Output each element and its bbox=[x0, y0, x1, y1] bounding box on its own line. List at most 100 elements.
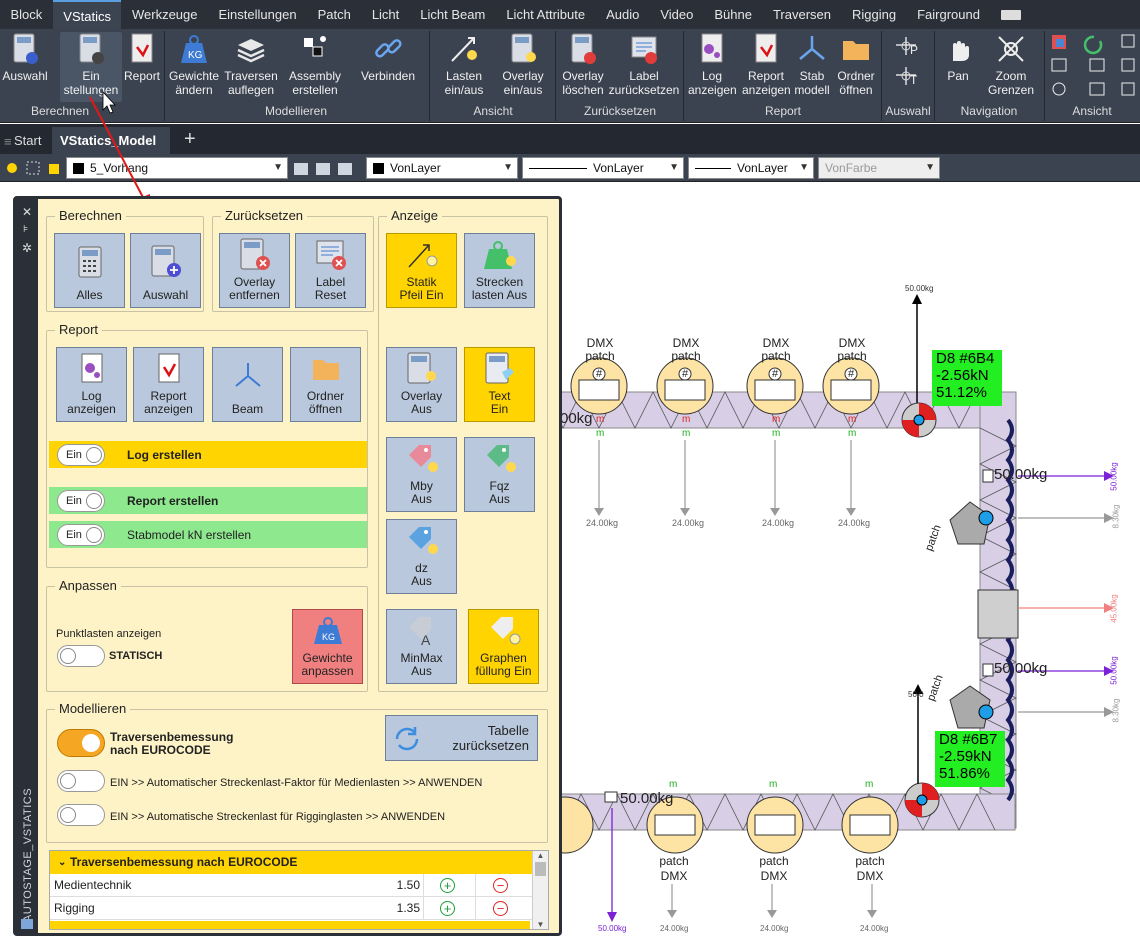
label-zuruecksetzen-button[interactable]: Label zurücksetzen bbox=[608, 32, 680, 97]
dz-aus-button[interactable]: dz Aus bbox=[386, 519, 457, 594]
calculator-delete-icon bbox=[220, 234, 289, 276]
menu-overflow-icon[interactable] bbox=[990, 0, 1031, 29]
settings-panel-icon[interactable]: ✲ bbox=[22, 241, 32, 255]
graphenfuellung-button[interactable]: Graphen füllung Ein bbox=[468, 609, 539, 684]
streckenlast-faktor-toggle[interactable] bbox=[57, 770, 105, 792]
ordner-oeffnen-panel-button[interactable]: Ordner öffnen bbox=[290, 347, 361, 422]
menu-licht-attribute[interactable]: Licht Attribute bbox=[496, 0, 596, 29]
tag-grey-icon: A bbox=[387, 610, 456, 652]
refresh-icon bbox=[395, 727, 419, 751]
minmax-aus-button[interactable]: A MinMax Aus bbox=[386, 609, 457, 684]
fixture-top-2 bbox=[656, 357, 714, 415]
overlay-loeschen-button[interactable]: Overlay löschen bbox=[560, 32, 606, 97]
calculator-bulb-icon bbox=[387, 348, 456, 390]
fixture-top-4 bbox=[822, 357, 880, 415]
table-row: Medientechnik 1.50 + − bbox=[50, 874, 548, 897]
menu-audio[interactable]: Audio bbox=[596, 0, 650, 29]
fixture-bottom-3 bbox=[841, 796, 899, 854]
statik-pfeil-button[interactable]: Statik Pfeil Ein bbox=[386, 233, 457, 308]
menu-buehne[interactable]: Bühne bbox=[704, 0, 763, 29]
rigginglast-toggle[interactable] bbox=[57, 804, 105, 826]
ordner-oeffnen-button[interactable]: Ordner öffnen bbox=[834, 32, 878, 97]
table-row: Rigging 1.35 + − bbox=[50, 897, 548, 920]
menu-rigging[interactable]: Rigging bbox=[842, 0, 907, 29]
auswahl-pt-tools[interactable]: P T bbox=[888, 35, 928, 95]
mby-aus-button[interactable]: Mby Aus bbox=[386, 437, 457, 512]
beam-button[interactable]: Beam bbox=[212, 347, 283, 422]
svg-text:KG: KG bbox=[322, 632, 335, 642]
report-erstellen-toggle[interactable]: Ein bbox=[57, 490, 105, 512]
increase-icon[interactable]: + bbox=[440, 901, 455, 916]
text-ein-button[interactable]: Text Ein bbox=[464, 347, 535, 422]
fixture-top-2-label: DMX patch bbox=[671, 336, 701, 363]
overlay-ein-aus-button[interactable]: Overlay ein/aus bbox=[498, 32, 548, 97]
color-dropdown[interactable]: VonLayer ▼ bbox=[366, 157, 518, 179]
chevron-down-icon: ⌄ bbox=[58, 857, 67, 868]
decrease-icon[interactable]: − bbox=[493, 878, 508, 893]
fqz-aus-button[interactable]: Fqz Aus bbox=[464, 437, 535, 512]
overlay-entfernen-button[interactable]: Overlay entfernen bbox=[219, 233, 290, 308]
arrow-bulb-icon bbox=[447, 32, 481, 66]
annotation-arrow bbox=[89, 90, 150, 212]
gewichte-anpassen-button[interactable]: KG Gewichte anpassen bbox=[292, 609, 363, 684]
punktlasten-toggle[interactable] bbox=[57, 645, 105, 667]
pdf-icon bbox=[134, 348, 203, 390]
log-anzeigen-button[interactable]: Log anzeigen bbox=[688, 32, 737, 97]
report-anzeigen-panel-button[interactable]: Report anzeigen bbox=[133, 347, 204, 422]
fixture-bottom-2 bbox=[746, 796, 804, 854]
layer-state-icons[interactable] bbox=[292, 160, 362, 178]
zoom-grenzen-button[interactable]: Zoom Grenzen bbox=[986, 32, 1036, 97]
lineweight-dropdown[interactable]: VonLayer ▼ bbox=[688, 157, 814, 179]
view-tools[interactable] bbox=[1050, 33, 1138, 97]
corner-node-bottom bbox=[904, 782, 940, 818]
plotcolor-dropdown[interactable]: VonFarbe ▼ bbox=[818, 157, 940, 179]
menu-patch[interactable]: Patch bbox=[307, 0, 361, 29]
linetype-dropdown[interactable]: VonLayer ▼ bbox=[522, 157, 684, 179]
report-erstellen-row[interactable]: Ein Report erstellen bbox=[49, 487, 367, 514]
svg-text:A: A bbox=[421, 632, 431, 647]
assembly-icon bbox=[298, 32, 332, 66]
report-anzeigen-button[interactable]: Report anzeigen bbox=[742, 32, 791, 97]
axes-icon bbox=[795, 32, 829, 66]
lasten-ein-aus-button[interactable]: Lasten ein/aus bbox=[438, 32, 490, 97]
folder-icon bbox=[291, 348, 360, 390]
calculator-delete-icon bbox=[566, 32, 600, 66]
motor-box bbox=[977, 589, 1019, 639]
stabmodell-button[interactable]: Stab modell bbox=[794, 32, 830, 97]
vstatics-panel: ✕ ⊧ ✲ AUTOSTAGE_VSTATICS Berechnen Alles… bbox=[13, 196, 562, 936]
fixture-top-1 bbox=[570, 357, 628, 415]
decrease-icon[interactable]: − bbox=[493, 901, 508, 916]
menu-licht[interactable]: Licht bbox=[361, 0, 409, 29]
overlay-aus-button[interactable]: Overlay Aus bbox=[386, 347, 457, 422]
top-load-arrows bbox=[598, 440, 852, 512]
menu-fairground[interactable]: Fairground bbox=[907, 0, 991, 29]
log-gear-icon bbox=[57, 348, 126, 390]
tabelle-zuruecksetzen-button[interactable]: Tabelle zurücksetzen bbox=[385, 715, 538, 761]
label-reset-button[interactable]: Label Reset bbox=[295, 233, 366, 308]
tag-green-icon bbox=[465, 438, 534, 480]
log-erstellen-row[interactable]: Ein Log erstellen bbox=[49, 441, 367, 468]
weight-kg-icon bbox=[465, 234, 534, 276]
berechnen-auswahl-button[interactable]: Auswahl bbox=[130, 233, 201, 308]
berechnen-alles-button[interactable]: Alles bbox=[54, 233, 125, 308]
table-scrollbar[interactable]: ▲ ▼ bbox=[532, 851, 548, 929]
pan-button[interactable]: Pan bbox=[942, 32, 974, 83]
stabmodel-row[interactable]: Ein Stabmodel kN erstellen bbox=[49, 521, 367, 548]
table-header[interactable]: ⌄ Traversenbemessung nach EUROCODE bbox=[50, 851, 548, 874]
traversenbemessung-toggle[interactable] bbox=[57, 729, 105, 757]
menu-video[interactable]: Video bbox=[650, 0, 704, 29]
streckenlasten-button[interactable]: Strecken lasten Aus bbox=[464, 233, 535, 308]
stabmodel-toggle[interactable]: Ein bbox=[57, 524, 105, 546]
increase-icon[interactable]: + bbox=[440, 878, 455, 893]
verbinden-button[interactable]: Verbinden bbox=[358, 32, 418, 83]
pin-panel-icon[interactable]: ⊧ bbox=[23, 224, 28, 235]
menu-traversen[interactable]: Traversen bbox=[762, 0, 841, 29]
weight-kg-icon: KG bbox=[293, 610, 362, 652]
close-panel-icon[interactable]: ✕ bbox=[22, 205, 32, 219]
log-anzeigen-panel-button[interactable]: Log anzeigen bbox=[56, 347, 127, 422]
menu-licht-beam[interactable]: Licht Beam bbox=[410, 0, 496, 29]
corner-node-top bbox=[901, 402, 937, 438]
eurocode-table: ⌄ Traversenbemessung nach EUROCODE Medien… bbox=[49, 850, 549, 930]
fixture-top-4-label: DMX patch bbox=[837, 336, 867, 363]
log-erstellen-toggle[interactable]: Ein bbox=[57, 444, 105, 466]
